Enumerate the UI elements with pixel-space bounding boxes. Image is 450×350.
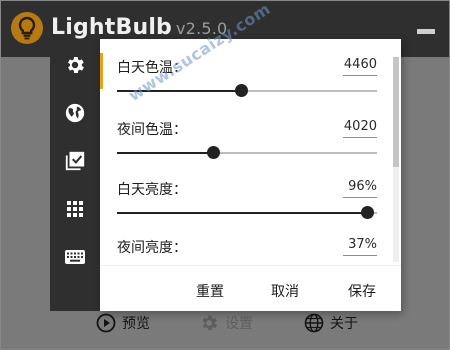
play-circle-icon [96,313,116,333]
night-temperature-label: 夜间色温： [117,122,187,138]
app-window: LightBulb v2.5.0 预览 设置 关于 白天色温： 4460 夜间色… [0,0,450,350]
sidebar-item-advanced[interactable] [63,197,87,221]
app-title: LightBulb v2.5.0 [51,15,227,40]
active-item-accent [100,53,103,89]
settings-nav-label: 设置 [225,316,253,332]
keyboard-icon [65,250,85,264]
about-button[interactable]: 关于 [304,313,358,333]
globe-icon [304,313,324,333]
day-temperature-input[interactable]: 4460 [343,57,377,76]
sidebar-item-location[interactable] [63,101,87,125]
panel-scrollbar[interactable] [393,57,399,262]
about-label: 关于 [330,316,358,332]
sidebar-item-hotkeys[interactable] [63,245,87,269]
sidebar-item-general[interactable] [63,53,87,77]
lightbulb-logo-icon [11,12,43,44]
setting-night-temperature: 夜间色温： 4020 [117,119,377,163]
slider-fill [117,152,214,154]
day-brightness-label: 白天亮度： [117,182,187,198]
slider-fill [117,212,367,214]
grid-icon [67,201,83,217]
reset-button[interactable]: 重置 [196,281,224,301]
app-name: LightBulb [51,15,173,40]
slider-thumb[interactable] [234,84,248,97]
panel-footer: 重置 取消 保存 [100,265,401,311]
sidebar-item-processes[interactable] [63,149,87,173]
preview-button[interactable]: 预览 [96,313,150,333]
settings-sidebar [50,39,100,311]
day-brightness-input[interactable]: 96% [343,179,377,198]
night-temperature-slider[interactable] [117,146,377,159]
globe-icon [65,103,85,123]
cancel-button[interactable]: 取消 [271,281,299,301]
gear-icon [68,57,84,73]
night-brightness-label: 夜间亮度： [117,240,187,256]
checklist-icon [65,151,85,171]
night-temperature-input[interactable]: 4020 [343,119,377,138]
setting-night-brightness: 夜间亮度： 37% [117,237,377,265]
setting-day-brightness: 白天亮度： 96% [117,179,377,223]
scrollbar-thumb[interactable] [393,57,399,167]
slider-thumb[interactable] [207,146,221,159]
gear-icon [202,315,218,331]
minimize-button[interactable] [417,29,435,34]
preview-label: 预览 [122,316,150,332]
night-brightness-input[interactable]: 37% [343,237,377,256]
day-brightness-slider[interactable] [117,206,377,219]
save-button[interactable]: 保存 [348,281,376,301]
settings-nav-button[interactable]: 设置 [199,313,253,333]
slider-thumb[interactable] [360,206,374,219]
